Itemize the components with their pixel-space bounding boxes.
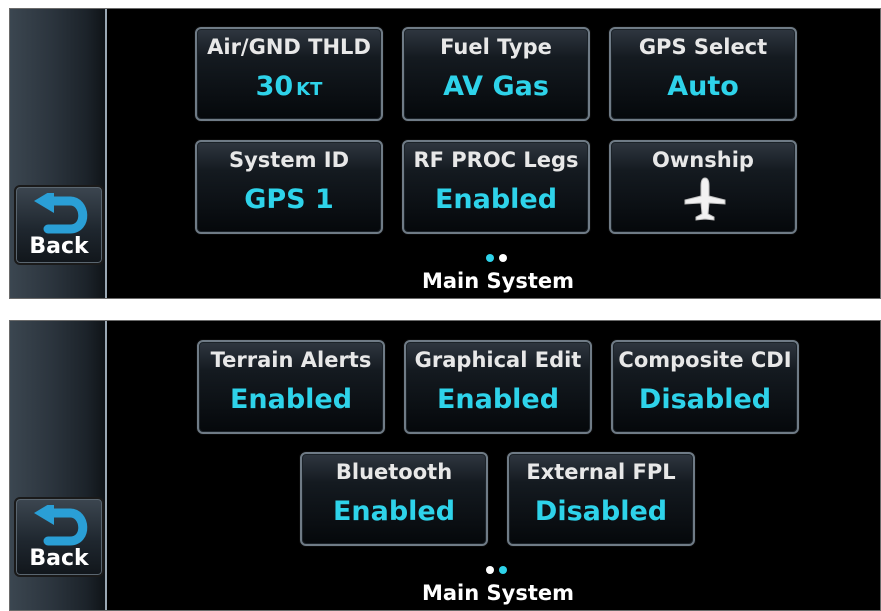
air-gnd-thld-value: 30	[255, 71, 294, 102]
air-gnd-thld-button[interactable]: Air/GND THLD 30 KT	[195, 27, 383, 121]
tile-label: Composite CDI	[618, 348, 792, 372]
back-button[interactable]: Back	[14, 185, 104, 265]
ownship-button[interactable]: Ownship	[609, 140, 797, 234]
page-dot-active	[486, 254, 494, 262]
bluetooth-button[interactable]: Bluetooth Enabled	[300, 452, 488, 546]
page-dot	[486, 566, 494, 574]
page-indicator	[486, 252, 526, 264]
tile-label: GPS Select	[638, 35, 768, 59]
external-fpl-button[interactable]: External FPL Disabled	[507, 452, 695, 546]
tile-value: Enabled	[229, 384, 353, 415]
tile-label: Air/GND THLD	[207, 35, 371, 59]
page-title: Main System	[421, 581, 574, 605]
tile-value: Enabled	[332, 496, 456, 527]
back-button-label: Back	[29, 546, 89, 571]
tile-value: Auto	[667, 71, 739, 102]
gps-select-button[interactable]: GPS Select Auto	[609, 27, 797, 121]
sidebar: Back	[10, 9, 107, 298]
back-arrow-icon	[34, 505, 88, 546]
composite-cdi-button[interactable]: Composite CDI Disabled	[611, 340, 799, 434]
tile-value: GPS 1	[244, 184, 334, 215]
back-button-label: Back	[29, 234, 89, 259]
settings-screen-page-1: Back Air/GND THLD 30 KT Fuel Type AV Gas …	[9, 8, 881, 299]
tile-label: Bluetooth	[335, 460, 453, 484]
tile-label: Terrain Alerts	[210, 348, 372, 372]
settings-screen-page-2: Back Terrain Alerts Enabled Graphical Ed…	[9, 320, 881, 611]
tile-value: 30 KT	[197, 71, 381, 102]
sidebar: Back	[10, 321, 107, 610]
back-arrow-icon	[34, 193, 88, 234]
tile-label: System ID	[228, 148, 350, 172]
tile-label: RF PROC Legs	[413, 148, 579, 172]
rf-proc-legs-button[interactable]: RF PROC Legs Enabled	[402, 140, 590, 234]
back-button[interactable]: Back	[14, 497, 104, 577]
tile-value: Disabled	[534, 496, 668, 527]
page-title: Main System	[421, 269, 574, 293]
terrain-alerts-button[interactable]: Terrain Alerts Enabled	[197, 340, 385, 434]
page-dot-active	[499, 566, 507, 574]
system-id-button[interactable]: System ID GPS 1	[195, 140, 383, 234]
page-indicator	[486, 564, 526, 576]
tile-label: Graphical Edit	[414, 348, 582, 372]
air-gnd-thld-unit: KT	[296, 79, 323, 100]
tile-label: Ownship	[652, 148, 754, 172]
tile-value: Enabled	[436, 384, 560, 415]
tile-value: Enabled	[434, 184, 558, 215]
page-dot	[499, 254, 507, 262]
graphical-edit-button[interactable]: Graphical Edit Enabled	[404, 340, 592, 434]
tile-value: Disabled	[638, 384, 772, 415]
tile-label: Fuel Type	[440, 35, 552, 59]
airplane-icon	[684, 177, 726, 221]
tile-label: External FPL	[526, 460, 676, 484]
tile-value: AV Gas	[443, 71, 549, 102]
fuel-type-button[interactable]: Fuel Type AV Gas	[402, 27, 590, 121]
